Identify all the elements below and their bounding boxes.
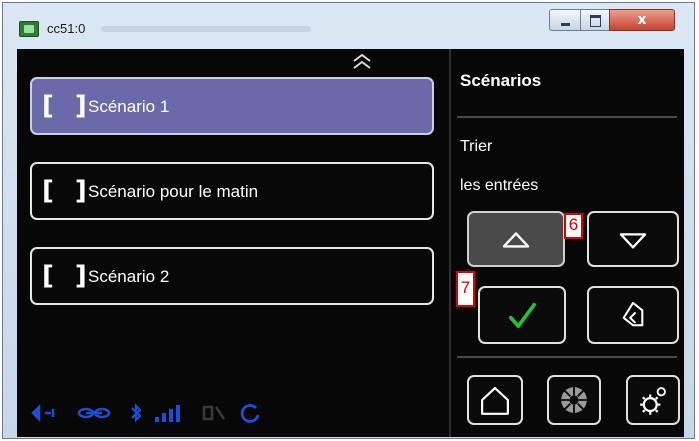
sort-label-line1: Trier — [460, 138, 493, 155]
status-icon — [202, 405, 226, 421]
checkmark-icon — [508, 302, 536, 329]
list-item-label: Scénario pour le matin — [88, 182, 259, 201]
app-icon — [19, 21, 39, 37]
close-icon: x — [637, 12, 647, 28]
sort-label-line2: les entrées — [460, 177, 539, 194]
status-bar — [25, 401, 285, 427]
double-chevron-up-icon[interactable] — [351, 53, 373, 69]
device-screen: [ ] Scénario 1 [ ] Scénario pour le mati… — [17, 49, 684, 437]
move-up-button[interactable] — [467, 211, 565, 267]
list-item[interactable]: [ ] Scénario 2 — [30, 247, 434, 305]
minimize-button[interactable] — [549, 9, 581, 31]
link-icon — [77, 407, 111, 419]
signal-icon — [155, 405, 180, 422]
close-button[interactable]: x — [609, 9, 675, 31]
list-item[interactable]: [ ] Scénario 1 — [30, 77, 434, 135]
triangle-up-icon — [502, 232, 530, 248]
list-item-label: Scénario 2 — [88, 267, 170, 286]
title-bar[interactable]: cc51:0 x — [3, 3, 694, 47]
panel-divider — [449, 49, 451, 437]
list-item-label: Scénario 1 — [88, 97, 170, 116]
confirm-button[interactable] — [478, 286, 566, 344]
app-window: cc51:0 x [ ] Scénario 1 [ ] Scénario pou… — [2, 2, 695, 439]
scenes-button[interactable] — [547, 375, 601, 425]
maximize-button[interactable] — [580, 9, 610, 31]
back-arrow-icon — [622, 301, 644, 327]
callout-marker-6: 6 — [564, 213, 583, 239]
blurred-title-text — [101, 26, 311, 32]
home-icon — [481, 386, 509, 415]
back-button[interactable] — [587, 286, 679, 344]
checkbox-bracket: [ ] — [42, 261, 93, 291]
checkbox-bracket: [ ] — [42, 91, 93, 121]
panel-title: Scénarios — [460, 71, 542, 90]
aperture-icon — [561, 387, 587, 413]
gear-icon — [640, 387, 666, 415]
divider — [457, 356, 677, 358]
network-icon — [31, 403, 55, 423]
divider — [457, 116, 677, 118]
bluetooth-icon — [131, 403, 142, 423]
list-item[interactable]: [ ] Scénario pour le matin — [30, 162, 434, 220]
settings-button[interactable] — [626, 375, 680, 425]
callout-marker-7: 7 — [456, 271, 475, 307]
move-down-button[interactable] — [587, 211, 679, 267]
home-button[interactable] — [467, 375, 523, 425]
window-title: cc51:0 — [47, 21, 86, 36]
refresh-icon — [240, 404, 260, 423]
triangle-down-icon — [619, 233, 647, 249]
checkbox-bracket: [ ] — [42, 176, 93, 206]
